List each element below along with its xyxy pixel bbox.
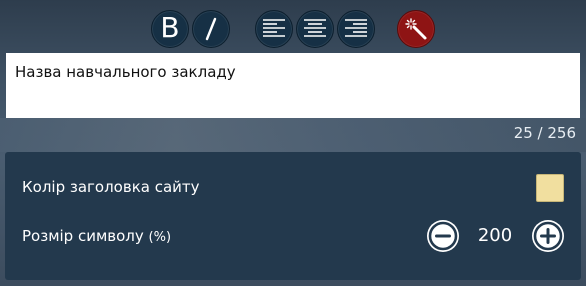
plus-icon [533,221,563,251]
align-right-icon [345,19,367,37]
decrease-size-button[interactable] [427,220,459,252]
align-left-button[interactable] [255,10,293,48]
align-right-button[interactable] [337,10,375,48]
title-color-label: Колір заголовка сайту [22,178,200,196]
bold-icon: B [160,11,180,44]
title-text-editor[interactable]: Назва навчального закладу [6,53,580,118]
align-center-button[interactable] [296,10,334,48]
settings-panel: Колір заголовка сайту Розмір символу (%)… [5,152,581,280]
align-left-icon [263,19,285,37]
magic-format-button[interactable] [397,10,435,48]
bold-button[interactable]: B [151,10,189,48]
font-size-label: Розмір символу [22,227,144,245]
italic-button[interactable] [192,10,230,48]
editor-text: Назва навчального закладу [15,63,236,81]
font-size-unit: (%) [148,230,172,245]
increase-size-button[interactable] [532,220,564,252]
align-center-icon [304,19,326,37]
minus-icon [428,221,458,251]
formatting-toolbar: B [0,0,586,54]
title-color-swatch[interactable] [536,174,564,202]
character-counter: 25 / 256 [513,124,576,142]
background-blur-band [0,118,586,152]
magic-wand-icon [405,18,427,40]
font-size-label-row: Розмір символу (%) [22,227,171,245]
italic-icon [205,17,217,41]
font-size-value: 200 [477,225,513,246]
